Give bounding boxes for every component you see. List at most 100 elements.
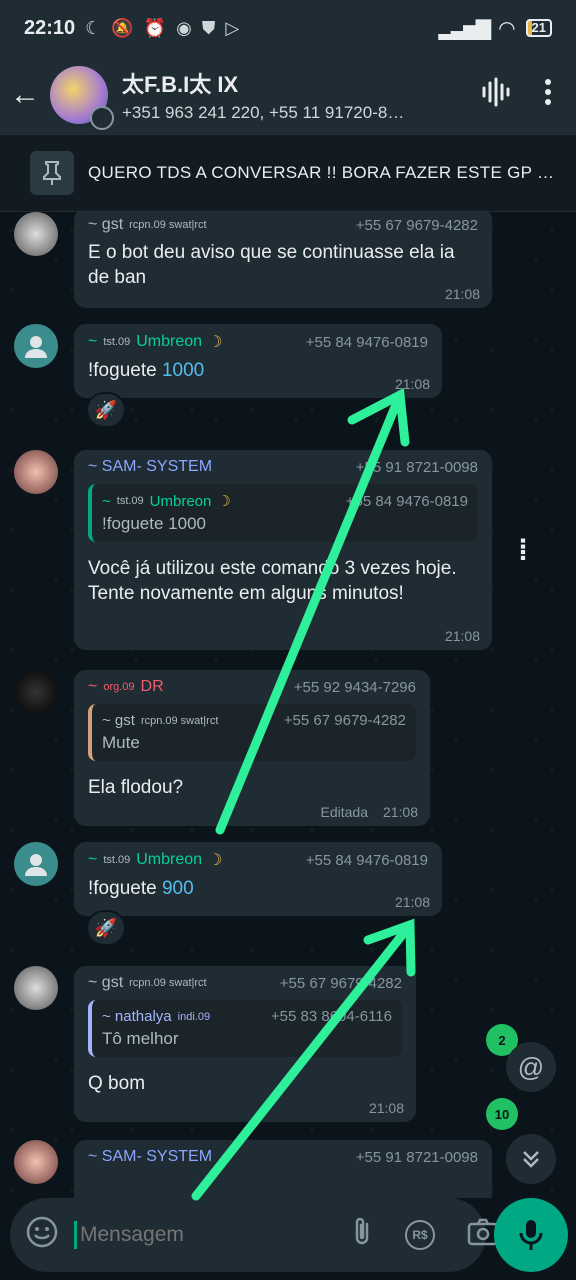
quote-tag: tst.09 [116, 495, 144, 507]
reaction-rocket[interactable]: 🚀 [86, 392, 126, 428]
sender-phone: +55 92 9434-7296 [293, 678, 416, 696]
quoted-message[interactable]: ~ nathalya indi.09 +55 83 8604-6116 Tô m… [88, 1000, 402, 1057]
quote-text: Tô melhor [102, 1029, 179, 1048]
reaction-rocket[interactable]: 🚀 [86, 910, 126, 946]
quote-tag: rcpn.09 swat|rct [140, 714, 219, 727]
pinned-text: QUERO TDS A CONVERSAR !! BORA FAZER ESTE… [88, 163, 558, 182]
signal-icon: ▂▃▅▇ [438, 17, 492, 40]
avatar[interactable] [14, 1140, 58, 1184]
voice-chat-icon[interactable] [480, 77, 510, 114]
sender-phone: +55 67 9679-4282 [279, 974, 402, 992]
sender-phone: +55 91 8721-0098 [355, 1148, 478, 1166]
sender-name: ~ SAM- SYSTEM [88, 458, 213, 475]
quote-text: !foguete 1000 [102, 514, 206, 533]
sender-name: Umbreon [136, 851, 203, 868]
message-text: E o bot deu aviso que se continuasse ela… [88, 242, 455, 288]
sender-phone: +55 91 8721-0098 [355, 458, 478, 476]
sender-phone: +55 67 9679-4282 [355, 216, 478, 234]
battery-icon: 21 [525, 19, 552, 37]
avatar[interactable] [14, 842, 58, 886]
sender-phone: +55 84 9476-0819 [305, 851, 428, 869]
mic-button[interactable] [494, 1198, 568, 1272]
avatar[interactable] [14, 670, 58, 714]
sender-name: ~ SAM- SYSTEM [88, 1148, 213, 1165]
mentions-at-icon[interactable]: @ [506, 1042, 556, 1092]
mute-bell-icon: 🔕 [111, 17, 134, 38]
moon-icon: ☽ [217, 493, 231, 510]
message-bubble[interactable]: ~ gst rcpn.09 swat|rct +55 67 9679-4282 … [74, 966, 416, 1122]
pin-icon [30, 151, 74, 195]
chat-header: ← 太F.B.I太 IX +351 963 241 220, +55 11 91… [0, 56, 576, 134]
quote-text: Mute [102, 733, 140, 752]
quoted-message[interactable]: ~ tst.09 Umbreon ☽ +55 84 9476-0819 !fog… [88, 484, 478, 542]
shield-icon: ⛊ [201, 17, 216, 38]
message-text: !foguete [88, 878, 162, 899]
sender-tag: tst.09 [103, 336, 131, 348]
wifi-icon: ◠ [498, 17, 516, 40]
unread-count-badge: 10 [486, 1098, 518, 1130]
message-text: Você já utilizou este comando 3 vezes ho… [88, 558, 457, 604]
message-bubble[interactable]: ~ SAM- SYSTEM +55 91 8721-0098 [74, 1140, 492, 1198]
quote-sender: ~ gst [102, 712, 135, 729]
message-time: 21:08 [382, 804, 418, 820]
quote-phone: +55 83 8604-6116 [270, 1008, 392, 1025]
play-icon: ▷ [225, 17, 240, 38]
quoted-message[interactable]: ~ gst rcpn.09 swat|rct +55 67 9679-4282 … [88, 704, 416, 761]
quote-phone: +55 67 9679-4282 [283, 712, 406, 729]
message-bubble[interactable]: ~ gst rcpn.09 swat|rct +55 67 9679-4282 … [74, 212, 492, 308]
avatar[interactable] [14, 212, 58, 256]
avatar[interactable] [14, 966, 58, 1010]
status-time: 22:10 [24, 16, 76, 39]
message-text: !foguete [88, 360, 162, 381]
edited-label: Editada [320, 804, 368, 820]
sender-phone: +55 84 9476-0819 [305, 333, 428, 351]
more-options-icon[interactable] [544, 78, 552, 113]
disappearing-timer-icon [90, 106, 114, 130]
message-bubble[interactable]: ~ org.09 DR +55 92 9434-7296 ~ gst rcpn.… [74, 670, 430, 826]
group-avatar[interactable] [50, 66, 114, 130]
sender-name: DR [140, 678, 164, 695]
emoji-icon[interactable] [26, 1216, 58, 1255]
message-input[interactable] [74, 1221, 351, 1249]
sender-tag: rcpn.09 swat|rct [129, 977, 207, 989]
status-icons: ☾ 🔕 ⏰ ◉ ⛊ ▷ [85, 18, 239, 39]
avatar[interactable] [14, 324, 58, 368]
info-icon[interactable]: ⁞ [518, 534, 528, 568]
group-participants: +351 963 241 220, +55 11 91720-8… [122, 103, 405, 122]
message-link[interactable]: 900 [162, 878, 194, 899]
quote-phone: +55 84 9476-0819 [345, 492, 468, 510]
sender-tag: org.09 [103, 681, 135, 693]
whatsapp-icon: ◉ [176, 17, 192, 38]
quote-sender: Umbreon [149, 492, 212, 510]
message-bubble[interactable]: ~ SAM- SYSTEM +55 91 8721-0098 ~ tst.09 … [74, 450, 492, 650]
mic-icon [519, 1220, 543, 1250]
message-composer: R$ [10, 1198, 499, 1272]
alarm-icon: ⏰ [143, 17, 167, 38]
back-arrow-icon[interactable]: ← [0, 78, 50, 112]
message-time: 21:08 [394, 894, 430, 910]
message-bubble[interactable]: ~ tst.09 Umbreon ☽ +55 84 9476-0819 !fog… [74, 324, 442, 398]
sender-name: Umbreon [136, 333, 203, 350]
attach-icon[interactable] [351, 1216, 373, 1255]
sender-tag: rcpn.09 swat|rct [129, 219, 207, 231]
moon-icon: ☾ [85, 17, 102, 38]
pinned-message-bar[interactable]: QUERO TDS A CONVERSAR !! BORA FAZER ESTE… [0, 134, 576, 212]
sender-tag: tst.09 [103, 854, 131, 866]
message-bubble[interactable]: ~ tst.09 Umbreon ☽ +55 84 9476-0819 !fog… [74, 842, 442, 916]
message-time: 21:08 [368, 1100, 404, 1116]
message-time: 21:08 [444, 628, 480, 644]
scroll-down-icon[interactable] [506, 1134, 556, 1184]
message-time: 21:08 [444, 286, 480, 302]
moon-icon: ☽ [208, 852, 223, 869]
message-text: Q bom [88, 1073, 146, 1094]
sender-name: ~ gst [88, 216, 124, 233]
group-info[interactable]: 太F.B.I太 IX +351 963 241 220, +55 11 9172… [122, 67, 460, 123]
chat-area[interactable]: ~ gst rcpn.09 swat|rct +55 67 9679-4282 … [0, 212, 576, 1198]
avatar[interactable] [14, 450, 58, 494]
moon-icon: ☽ [208, 334, 223, 351]
payment-icon[interactable]: R$ [405, 1220, 435, 1250]
message-link[interactable]: 1000 [162, 360, 204, 381]
message-time: 21:08 [394, 376, 430, 392]
sender-name: ~ gst [88, 974, 124, 991]
status-bar: 22:10 ☾ 🔕 ⏰ ◉ ⛊ ▷ ▂▃▅▇ ◠ 21 [0, 0, 576, 56]
